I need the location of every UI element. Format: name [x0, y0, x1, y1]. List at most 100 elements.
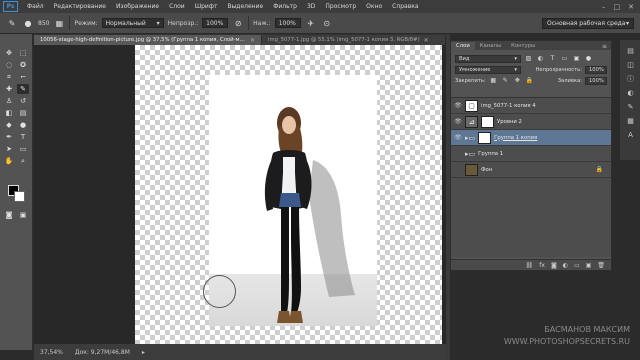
- filter-smart-icon[interactable]: ▣: [572, 55, 581, 63]
- status-arrow-icon[interactable]: ▸: [142, 349, 145, 356]
- filter-pixel-icon[interactable]: ▨: [524, 55, 533, 63]
- dodge-tool-icon[interactable]: ●: [17, 120, 29, 130]
- delete-layer-icon[interactable]: 🗑: [597, 262, 605, 269]
- new-group-icon[interactable]: ▭: [574, 262, 580, 269]
- marquee-tool-icon[interactable]: ⬚: [17, 48, 29, 58]
- brush-tool-icon[interactable]: ✎: [17, 84, 29, 94]
- document-tab-inactive[interactable]: img_5077-1.jpg @ 55,1% (img_5077-1 копия…: [262, 35, 446, 45]
- workspace-select[interactable]: Основная рабочая среда ▾: [542, 17, 634, 29]
- panel-menu-icon[interactable]: ≡: [602, 43, 611, 50]
- blend-mode-select[interactable]: Умножение ▾: [455, 65, 521, 74]
- layer-row[interactable]: 👁 ▸▭ Группа 1 копия: [451, 130, 611, 146]
- character-panel-icon[interactable]: A: [625, 130, 636, 140]
- folder-icon: ▸▭: [465, 149, 476, 158]
- flow-field[interactable]: 100%: [274, 18, 301, 28]
- new-layer-icon[interactable]: ▣: [586, 262, 592, 269]
- layer-fill-field[interactable]: 100%: [585, 76, 607, 85]
- hand-tool-icon[interactable]: ✋: [3, 156, 15, 166]
- brush-panel-icon[interactable]: ✎: [625, 102, 636, 112]
- tab-layers[interactable]: Слои: [451, 42, 475, 50]
- menu-help[interactable]: Справка: [387, 3, 423, 10]
- filter-shape-icon[interactable]: ▭: [560, 55, 569, 63]
- crop-tool-icon[interactable]: ⌗: [3, 72, 15, 82]
- adjustment-layer-icon[interactable]: ◐: [563, 262, 568, 269]
- maximize-button[interactable]: □: [614, 3, 621, 11]
- blur-tool-icon[interactable]: ◆: [3, 120, 15, 130]
- filter-row: Вид ▾ ▨ ◐ T ▭ ▣ ●: [451, 53, 611, 64]
- pressure-size-icon[interactable]: ⊙: [321, 17, 333, 29]
- layer-mask-thumbnail: [478, 131, 492, 144]
- document-tab-active[interactable]: 10056-stage-high-definition-picture.jpg …: [34, 35, 262, 45]
- lock-all-icon[interactable]: 🔒: [525, 77, 534, 85]
- menu-file[interactable]: Файл: [22, 3, 49, 10]
- lock-position-icon[interactable]: ✥: [513, 77, 522, 85]
- blend-row: Умножение ▾ Непрозрачность: 100%: [451, 64, 611, 75]
- brush-preset-icon[interactable]: ●: [22, 17, 34, 29]
- menu-image[interactable]: Изображение: [111, 3, 164, 10]
- menu-type[interactable]: Шрифт: [190, 3, 223, 10]
- pressure-opacity-icon[interactable]: ⊘: [232, 17, 244, 29]
- flow-label: Наж.:: [253, 19, 271, 27]
- visibility-eye-icon[interactable]: 👁: [454, 102, 462, 109]
- shape-tool-icon[interactable]: ▭: [17, 144, 29, 154]
- properties-panel-icon[interactable]: ◫: [625, 60, 636, 70]
- menu-window[interactable]: Окно: [361, 3, 387, 10]
- history-panel-icon[interactable]: ▤: [625, 46, 636, 56]
- menu-filter[interactable]: Фильтр: [268, 3, 302, 10]
- layer-opacity-field[interactable]: 100%: [585, 65, 607, 74]
- brush-panel-icon[interactable]: ▦: [53, 17, 65, 29]
- background-color-swatch[interactable]: [14, 191, 25, 202]
- layer-style-icon[interactable]: fx: [539, 262, 545, 269]
- menu-edit[interactable]: Редактирование: [49, 3, 111, 10]
- layer-filter-select[interactable]: Вид ▾: [455, 54, 521, 63]
- zoom-level[interactable]: 37,54%: [40, 349, 63, 356]
- type-tool-icon[interactable]: T: [17, 132, 29, 142]
- filter-adjustment-icon[interactable]: ◐: [536, 55, 545, 63]
- brush-size-value[interactable]: 850: [38, 20, 49, 27]
- close-window-button[interactable]: ✕: [628, 3, 634, 11]
- pen-tool-icon[interactable]: ✒: [3, 132, 15, 142]
- minimize-button[interactable]: –: [602, 3, 606, 11]
- zoom-tool-icon[interactable]: ⌕: [17, 156, 29, 166]
- history-brush-tool-icon[interactable]: ↺: [17, 96, 29, 106]
- clone-stamp-tool-icon[interactable]: ♙: [3, 96, 15, 106]
- adjustments-panel-icon[interactable]: ◐: [625, 88, 636, 98]
- lock-pixels-icon[interactable]: ✎: [501, 77, 510, 85]
- move-tool-icon[interactable]: ✥: [3, 48, 15, 58]
- quick-select-tool-icon[interactable]: ✪: [17, 60, 29, 70]
- visibility-eye-icon[interactable]: 👁: [454, 118, 462, 125]
- menu-view[interactable]: Просмотр: [320, 3, 361, 10]
- layer-row[interactable]: ▸▭ Группа 1: [451, 146, 611, 162]
- screen-mode-icon[interactable]: ▣: [17, 210, 29, 220]
- link-layers-icon[interactable]: ⛓: [526, 262, 534, 269]
- tab-channels[interactable]: Каналы: [475, 42, 506, 50]
- brush-tool-icon[interactable]: ✎: [6, 17, 18, 29]
- tab-paths[interactable]: Контуры: [506, 42, 540, 50]
- eyedropper-tool-icon[interactable]: ⌐: [17, 72, 29, 82]
- add-mask-icon[interactable]: ◙: [551, 262, 557, 269]
- menu-layers[interactable]: Слои: [164, 3, 190, 10]
- close-tab-icon[interactable]: ✕: [250, 37, 255, 44]
- filter-type-icon[interactable]: T: [548, 55, 557, 63]
- menu-select[interactable]: Выделение: [222, 3, 268, 10]
- close-tab-icon[interactable]: ✕: [424, 37, 429, 44]
- eraser-tool-icon[interactable]: ◧: [3, 108, 15, 118]
- canvas-area[interactable]: [34, 45, 446, 344]
- lasso-tool-icon[interactable]: ◌: [3, 60, 15, 70]
- path-select-tool-icon[interactable]: ➤: [3, 144, 15, 154]
- opacity-field[interactable]: 100%: [202, 18, 229, 28]
- healing-brush-tool-icon[interactable]: ✚: [3, 84, 15, 94]
- layer-row[interactable]: 👁 ▢ img_5077-1 копия 4: [451, 98, 611, 114]
- filter-toggle-icon[interactable]: ●: [584, 55, 593, 63]
- airbrush-icon[interactable]: ✈: [305, 17, 317, 29]
- mode-select[interactable]: Нормальный ▾: [101, 18, 164, 28]
- gradient-tool-icon[interactable]: ▤: [17, 108, 29, 118]
- layer-row[interactable]: 👁 ⊿ Уровни 2: [451, 114, 611, 130]
- layer-row[interactable]: Фон 🔒: [451, 162, 611, 178]
- visibility-eye-icon[interactable]: 👁: [454, 134, 462, 141]
- menu-3d[interactable]: 3D: [302, 3, 320, 10]
- lock-transparency-icon[interactable]: ▦: [489, 77, 498, 85]
- swatches-panel-icon[interactable]: ▦: [625, 116, 636, 126]
- quick-mask-icon[interactable]: ◙: [3, 210, 15, 220]
- info-panel-icon[interactable]: ⓘ: [625, 74, 636, 84]
